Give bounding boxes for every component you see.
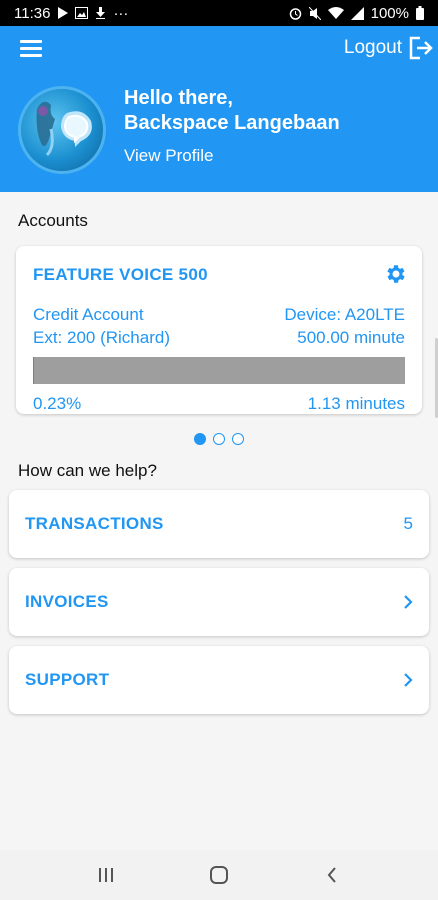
battery-icon (416, 6, 424, 20)
transactions-label: TRANSACTIONS (25, 514, 164, 533)
transactions-count: 5 (403, 514, 413, 533)
back-icon (327, 867, 336, 883)
logout-button[interactable]: Logout (344, 36, 434, 60)
transactions-button[interactable]: TRANSACTIONS 5 (9, 490, 429, 558)
settings-gear-icon[interactable] (384, 262, 408, 286)
account-type: Credit Account (33, 305, 144, 324)
avatar[interactable] (18, 86, 106, 174)
profile-header: Logout Hello there, Backspace Langebaan … (0, 26, 438, 192)
minute-allowance: 500.00 minute (297, 328, 405, 347)
pager-dot[interactable] (194, 433, 206, 445)
recents-button[interactable] (86, 855, 126, 895)
usage-percent: 0.23% (33, 394, 82, 413)
image-icon (75, 7, 89, 19)
chevron-right-icon (404, 673, 413, 687)
avatar-image (36, 101, 92, 157)
pager-dot[interactable] (213, 433, 225, 445)
help-section-title: How can we help? (18, 461, 157, 480)
greeting-line-1: Hello there, (124, 87, 233, 109)
menu-icon[interactable] (20, 40, 42, 57)
battery-percent: 100% (370, 4, 409, 22)
recents-icon (99, 868, 114, 882)
carousel-pager (0, 433, 438, 445)
mute-icon (308, 6, 321, 20)
accounts-section-title: Accounts (18, 211, 88, 230)
extension: Ext: 200 (Richard) (33, 328, 170, 347)
play-icon (58, 7, 69, 19)
support-label: SUPPORT (25, 670, 110, 689)
logout-icon (409, 36, 433, 60)
logout-label: Logout (343, 37, 402, 58)
usage-progress-bar (33, 357, 405, 384)
back-button[interactable] (312, 855, 352, 895)
minutes-used: 1.13 minutes (307, 394, 405, 413)
status-bar-left: 11:36 ··· (14, 5, 128, 22)
chevron-right-icon (404, 595, 413, 609)
usage-progress-fill (33, 357, 35, 384)
home-button[interactable] (199, 855, 239, 895)
user-name: Backspace Langebaan (124, 112, 340, 134)
account-row-1: Credit Account Device: A20LTE (33, 305, 405, 325)
device-name: Device: A20LTE (284, 305, 405, 324)
pager-dot[interactable] (232, 433, 244, 445)
account-plan-title: FEATURE VOICE 500 (33, 265, 208, 284)
invoices-button[interactable]: INVOICES (9, 568, 429, 636)
invoices-label: INVOICES (25, 592, 109, 611)
support-button[interactable]: SUPPORT (9, 646, 429, 714)
status-bar: 11:36 ··· 100% (0, 0, 438, 26)
alarm-icon (289, 7, 301, 20)
account-card[interactable]: FEATURE VOICE 500 Credit Account Device:… (16, 246, 422, 414)
status-time: 11:36 (14, 4, 51, 22)
greeting: Hello there, Backspace Langebaan (124, 86, 340, 136)
signal-icon (350, 6, 364, 20)
view-profile-link[interactable]: View Profile (124, 146, 213, 166)
download-icon (96, 7, 106, 19)
account-row-2: Ext: 200 (Richard) 500.00 minute (33, 328, 405, 348)
home-icon (209, 866, 228, 884)
status-more: ··· (113, 4, 129, 22)
account-row-3: 0.23% 1.13 minutes (33, 394, 405, 414)
system-navigation-bar (0, 850, 438, 900)
wifi-icon (327, 6, 344, 19)
status-bar-right: 100% (289, 5, 424, 22)
